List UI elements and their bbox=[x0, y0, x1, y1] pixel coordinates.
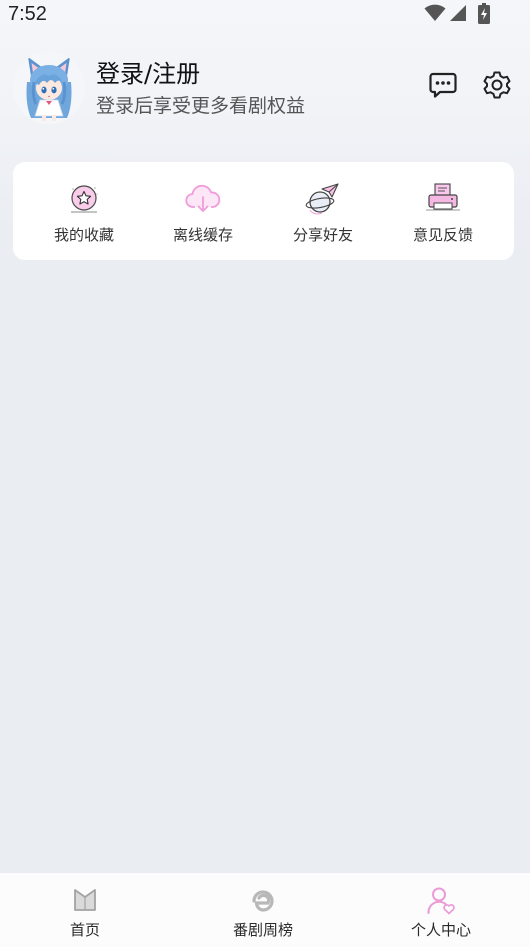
ranking-icon bbox=[248, 885, 278, 915]
nav-label: 个人中心 bbox=[410, 921, 471, 939]
message-icon bbox=[429, 72, 457, 98]
login-subtitle: 登录后享受更多看剧权益 bbox=[96, 95, 306, 117]
wifi-icon bbox=[424, 4, 446, 21]
settings-icon bbox=[483, 71, 511, 99]
status-bar: 7:52 bbox=[0, 0, 530, 28]
message-button[interactable] bbox=[428, 70, 458, 100]
signal-icon bbox=[450, 5, 466, 21]
nav-label: 首页 bbox=[69, 921, 100, 939]
share-plane-icon bbox=[304, 180, 342, 218]
quick-action-label: 离线缓存 bbox=[172, 226, 233, 244]
quick-action-offline-cache[interactable]: 离线缓存 bbox=[148, 162, 258, 260]
profile-icon bbox=[426, 885, 456, 915]
anime-avatar-icon bbox=[13, 52, 85, 124]
feedback-printer-icon bbox=[424, 180, 462, 218]
favorites-star-icon bbox=[65, 180, 103, 218]
nav-label: 番剧周榜 bbox=[232, 921, 293, 939]
quick-action-label: 我的收藏 bbox=[53, 226, 114, 244]
avatar[interactable] bbox=[13, 52, 85, 124]
quick-action-label: 分享好友 bbox=[292, 226, 353, 244]
quick-actions-card: 我的收藏 离线缓存 分享好友 意见反馈 bbox=[13, 162, 514, 260]
status-time: 7:52 bbox=[8, 3, 47, 25]
battery-charging-icon bbox=[478, 3, 490, 24]
nav-item-ranking[interactable]: 番剧周榜 bbox=[203, 873, 323, 947]
quick-action-feedback[interactable]: 意见反馈 bbox=[388, 162, 498, 260]
nav-item-home[interactable]: 首页 bbox=[25, 873, 145, 947]
quick-action-label: 意见反馈 bbox=[412, 226, 473, 244]
home-icon bbox=[70, 885, 100, 915]
bottom-nav: 首页 番剧周榜 个人中心 bbox=[0, 873, 530, 947]
cloud-download-icon bbox=[184, 180, 222, 218]
quick-action-share[interactable]: 分享好友 bbox=[268, 162, 378, 260]
nav-item-profile[interactable]: 个人中心 bbox=[381, 873, 501, 947]
settings-button[interactable] bbox=[482, 70, 512, 100]
quick-action-favorites[interactable]: 我的收藏 bbox=[29, 162, 139, 260]
login-register-title[interactable]: 登录/注册 bbox=[96, 60, 200, 88]
